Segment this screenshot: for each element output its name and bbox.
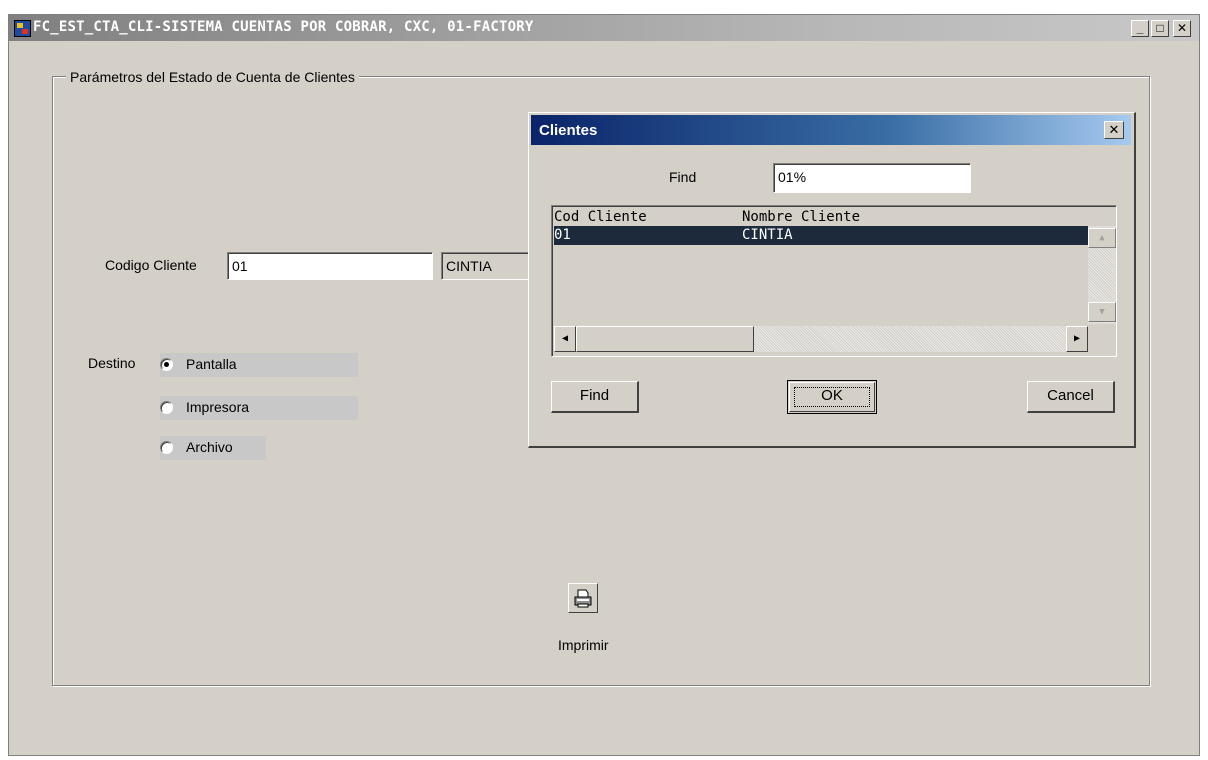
dialog-title: Clientes — [539, 122, 598, 139]
radio-button-icon[interactable] — [160, 401, 173, 414]
vertical-scrollbar[interactable]: ▲ ▼ — [1088, 226, 1116, 324]
codigo-cliente-label: Codigo Cliente — [105, 257, 197, 273]
window-title: FC_EST_CTA_CLI-SISTEMA CUENTAS POR COBRA… — [33, 19, 534, 35]
row-nombre: CINTIA — [742, 227, 793, 243]
destino-label: Destino — [88, 355, 136, 371]
horizontal-scrollbar[interactable]: ◀ ▶ — [554, 326, 1088, 352]
cancel-button[interactable]: Cancel — [1027, 381, 1115, 413]
ok-button[interactable]: OK — [787, 380, 877, 414]
scroll-down-icon[interactable]: ▼ — [1088, 302, 1116, 322]
printer-icon — [574, 589, 592, 608]
dialog-find-input[interactable]: 01% — [773, 163, 971, 193]
clientes-dialog: Clientes ✕ Find 01% Cod Cliente Nombre C… — [528, 112, 1136, 448]
app-icon — [14, 20, 31, 37]
scroll-right-icon[interactable]: ▶ — [1066, 326, 1088, 352]
find-button[interactable]: Find — [551, 381, 639, 413]
minimize-button[interactable]: _ — [1131, 20, 1149, 37]
radio-button-icon[interactable] — [160, 441, 173, 454]
scroll-thumb[interactable] — [576, 326, 754, 352]
radio-pantalla[interactable]: Pantalla — [160, 353, 358, 377]
print-button[interactable] — [568, 583, 598, 613]
print-label: Imprimir — [558, 637, 609, 653]
radio-archivo-label: Archivo — [186, 439, 233, 455]
clientes-listbox[interactable]: Cod Cliente Nombre Cliente 01 CINTIA ▲ ▼… — [551, 205, 1117, 357]
radio-impresora-label: Impresora — [186, 399, 250, 415]
column-header-nombre: Nombre Cliente — [742, 209, 861, 225]
radio-pantalla-label: Pantalla — [186, 356, 237, 372]
window-titlebar[interactable]: FC_EST_CTA_CLI-SISTEMA CUENTAS POR COBRA… — [9, 15, 1199, 41]
ok-button-label: OK — [794, 387, 870, 407]
row-cod: 01 — [554, 227, 571, 243]
dialog-close-button[interactable]: ✕ — [1104, 121, 1124, 139]
column-header-cod: Cod Cliente — [554, 209, 647, 225]
radio-button-icon[interactable] — [160, 358, 173, 371]
cliente-name-field: CINTIA — [441, 252, 531, 280]
scroll-left-icon[interactable]: ◀ — [554, 326, 576, 352]
maximize-button[interactable]: □ — [1151, 20, 1169, 37]
groupbox-legend: Parámetros del Estado de Cuenta de Clien… — [66, 69, 359, 85]
dialog-find-label: Find — [669, 169, 697, 185]
list-item[interactable]: 01 CINTIA — [554, 226, 1088, 245]
dialog-titlebar[interactable]: Clientes ✕ — [531, 115, 1131, 145]
scroll-up-icon[interactable]: ▲ — [1088, 228, 1116, 248]
close-button[interactable]: ✕ — [1173, 20, 1191, 37]
radio-archivo[interactable]: Archivo — [160, 436, 266, 460]
codigo-cliente-input[interactable]: 01 — [227, 252, 433, 280]
radio-impresora[interactable]: Impresora — [160, 396, 358, 420]
